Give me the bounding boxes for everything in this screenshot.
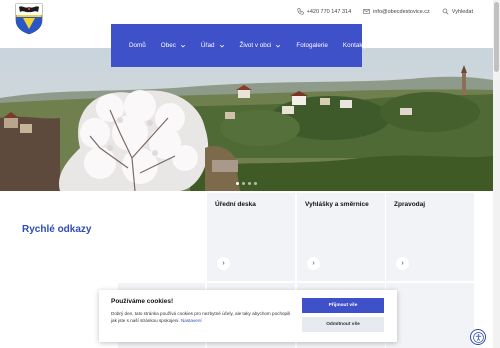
quick-link-card-vyhlasky[interactable]: Vyhlášky a směrnice ›: [297, 193, 385, 281]
phone-link[interactable]: +420 770 147 314: [297, 8, 352, 15]
slider-dot[interactable]: [254, 182, 257, 185]
nav-item-label: Kontakty: [342, 42, 368, 49]
hero-image: [0, 48, 493, 191]
chevron-down-icon: [180, 44, 185, 47]
slider-dot[interactable]: [236, 182, 239, 185]
accept-all-cookies-button[interactable]: Přijmout vše: [302, 298, 384, 313]
phone-icon: [297, 8, 304, 15]
main-navigation: Domů Obec Úřad Život v obci Fotogalerie …: [111, 24, 367, 67]
quick-link-label: Vyhlášky a směrnice: [305, 201, 369, 208]
cookie-banner: Používáme cookies! Dobrý den, tato strán…: [99, 290, 397, 342]
page: +420 770 147 314 info@obecdestovice.cz V…: [0, 0, 493, 348]
nav-item-label: Obec: [160, 42, 176, 49]
email-address: info@obecdestovice.cz: [373, 8, 430, 15]
email-link[interactable]: info@obecdestovice.cz: [363, 8, 430, 15]
nav-item-zivot-v-obci[interactable]: Život v obci: [240, 42, 282, 49]
nav-item-label: Úřad: [200, 42, 215, 49]
quick-links-heading: Rychlé odkazy: [22, 224, 92, 235]
search-label: Vyhledat: [451, 8, 473, 15]
mail-icon: [363, 9, 370, 14]
accessibility-icon: [472, 331, 484, 343]
slider-dots: [236, 182, 257, 185]
phone-number: +420 770 147 314: [306, 8, 352, 15]
cookie-settings-link[interactable]: Nastavení: [181, 318, 202, 323]
nav-item-urad[interactable]: Úřad: [201, 42, 225, 49]
nav-item-label: Domů: [129, 42, 146, 49]
quick-link-label: Úřední deska: [215, 201, 256, 208]
slider-dot[interactable]: [242, 182, 245, 185]
slider-dot[interactable]: [248, 182, 251, 185]
quick-link-card-zpravodaj[interactable]: Zpravodaj ›: [386, 193, 474, 281]
nav-item-kontakty[interactable]: Kontakty: [343, 42, 368, 49]
search-icon: [442, 8, 449, 15]
arrow-right-icon[interactable]: ›: [307, 257, 320, 270]
quick-link-label: Zpravodaj: [394, 201, 426, 208]
arrow-right-icon[interactable]: ›: [396, 257, 409, 270]
scrollbar-thumb[interactable]: [494, 2, 499, 72]
nav-item-domu[interactable]: Domů: [129, 42, 146, 49]
arrow-right-icon[interactable]: ›: [217, 257, 230, 270]
page-scrollbar[interactable]: [493, 0, 500, 348]
nav-item-label: Život v obci: [239, 42, 272, 49]
nav-item-obec[interactable]: Obec: [161, 42, 186, 49]
nav-item-fotogalerie[interactable]: Fotogalerie: [296, 42, 328, 49]
nav-item-label: Fotogalerie: [296, 42, 328, 49]
quick-link-card-partial[interactable]: [386, 283, 474, 348]
search-button[interactable]: Vyhledat: [442, 8, 473, 15]
quick-link-card-uredni-deska[interactable]: Úřední deska ›: [207, 193, 295, 281]
coat-of-arms-logo[interactable]: [14, 3, 44, 35]
accessibility-button[interactable]: [470, 329, 486, 345]
chevron-down-icon: [219, 44, 224, 47]
decline-all-cookies-button[interactable]: Odmítnout vše: [302, 317, 384, 332]
cookie-banner-text: Dobrý den, tato stránka používá cookies …: [111, 310, 293, 324]
cookie-banner-title: Používáme cookies!: [111, 298, 174, 305]
contact-bar: +420 770 147 314 info@obecdestovice.cz V…: [297, 8, 473, 15]
chevron-down-icon: [276, 44, 281, 47]
